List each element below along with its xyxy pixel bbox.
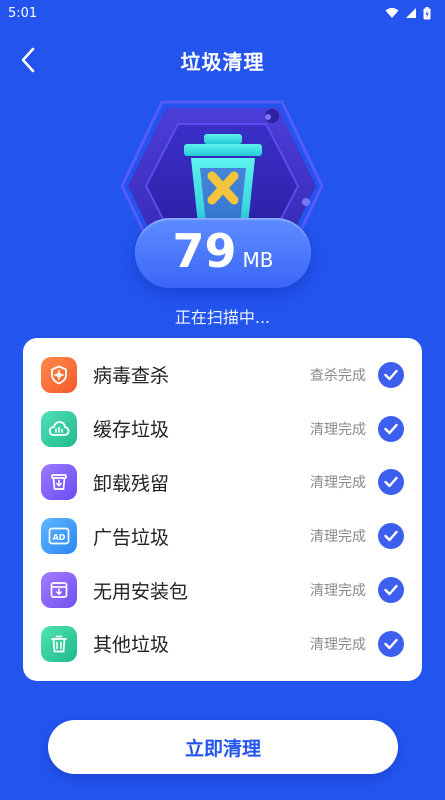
list-item: 其他垃圾 清理完成 <box>23 617 422 671</box>
wifi-icon <box>385 8 399 18</box>
check-icon <box>378 415 404 442</box>
header: 垃圾清理 <box>0 38 445 82</box>
back-button[interactable] <box>12 44 44 76</box>
list-item: 无用安装包 清理完成 <box>23 563 422 617</box>
list-item-label: 卸载残留 <box>93 472 170 495</box>
list-item-status: 清理完成 <box>310 475 366 492</box>
check-icon <box>378 577 404 604</box>
shield-virus-icon <box>41 356 77 393</box>
list-item-status: 清理完成 <box>310 421 366 438</box>
list-item-label: 广告垃圾 <box>93 526 170 549</box>
list-item-status: 清理完成 <box>310 529 366 546</box>
list-item-status: 清理完成 <box>310 583 366 600</box>
battery-icon <box>423 6 431 19</box>
list-item-label: 病毒查杀 <box>93 365 170 388</box>
svg-text:AD: AD <box>53 533 66 542</box>
list-item-label: 无用安装包 <box>93 580 189 603</box>
page-title: 垃圾清理 <box>180 49 265 74</box>
list-item: 病毒查杀 查杀完成 <box>23 348 422 402</box>
status-bar: 5:01 <box>0 0 445 26</box>
trash-other-icon <box>41 625 77 662</box>
check-icon <box>378 469 404 496</box>
scan-results-card: 病毒查杀 查杀完成 缓存垃圾 清理完成 卸载残留 清理完成 AD 广告垃圾 清理… <box>23 338 422 681</box>
junk-size-unit: MB <box>242 248 274 272</box>
list-item-label: 缓存垃圾 <box>93 419 170 442</box>
junk-size-badge: 79 MB <box>135 218 311 288</box>
chevron-left-icon <box>21 47 35 73</box>
check-icon <box>378 523 404 550</box>
check-icon <box>378 361 404 388</box>
junk-size-value: 79 <box>172 224 237 278</box>
signal-icon <box>406 8 416 18</box>
package-icon <box>41 572 77 609</box>
status-time: 5:01 <box>8 5 38 21</box>
trash-residue-icon <box>41 464 77 501</box>
scan-status-text: 正在扫描中... <box>174 308 271 327</box>
ad-icon: AD <box>41 518 77 555</box>
list-item-label: 其他垃圾 <box>93 634 170 657</box>
list-item-status: 清理完成 <box>310 636 366 653</box>
list-item: 缓存垃圾 清理完成 <box>23 402 422 456</box>
list-item: AD 广告垃圾 清理完成 <box>23 509 422 563</box>
cloud-cache-icon <box>41 410 77 447</box>
list-item: 卸载残留 清理完成 <box>23 456 422 510</box>
check-icon <box>378 630 404 657</box>
list-item-status: 查杀完成 <box>310 367 366 384</box>
clean-now-button[interactable]: 立即清理 <box>48 720 398 774</box>
